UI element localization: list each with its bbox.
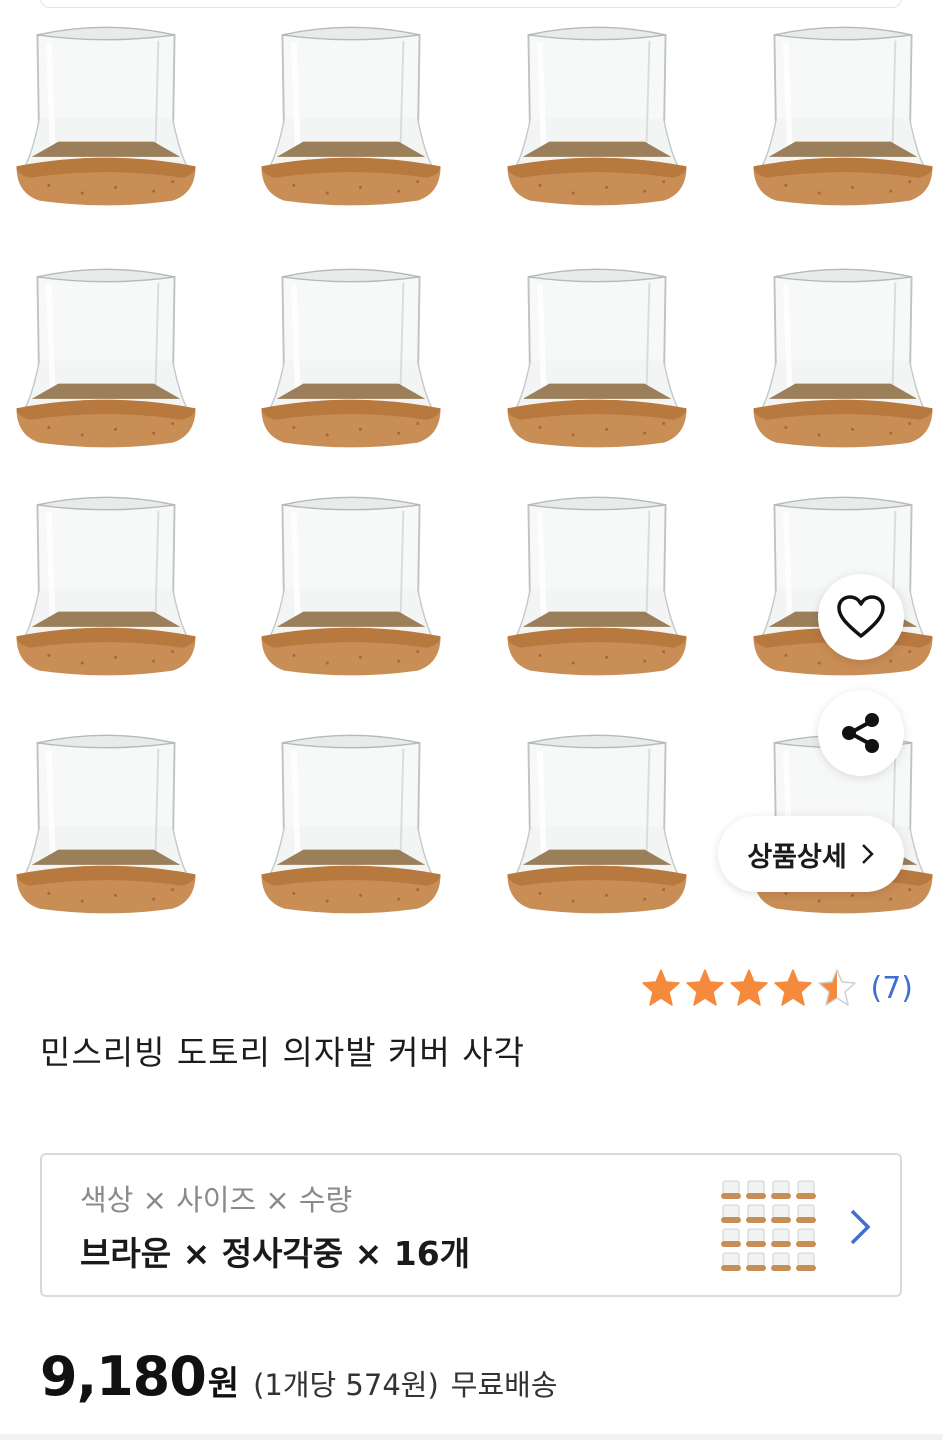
shipping-info: 무료배송	[450, 1368, 558, 1402]
option-selector[interactable]: 색상 × 사이즈 × 수량 브라운 × 정사각중 × 16개	[40, 1153, 902, 1297]
product-photo-item	[251, 484, 451, 684]
product-photo-item	[743, 14, 943, 214]
star-full-icon	[641, 969, 680, 1006]
rating[interactable]: (7)	[641, 966, 914, 1010]
product-photo-item	[497, 722, 697, 922]
share-button[interactable]	[818, 690, 904, 776]
chevron-right-icon	[850, 1209, 871, 1245]
unit-price: (1개당 574원)	[253, 1368, 439, 1402]
option-thumbnail	[721, 1180, 816, 1271]
product-detail-button[interactable]: 상품상세	[718, 816, 904, 892]
star-full-icon	[773, 969, 812, 1006]
price-amount: 9,180	[40, 1345, 207, 1408]
product-photo-item	[6, 14, 206, 214]
star-full-icon	[729, 969, 768, 1006]
product-photo-item	[497, 14, 697, 214]
star-full-icon	[685, 969, 724, 1006]
product-photo-item	[497, 256, 697, 456]
product-photo-item	[6, 722, 206, 922]
product-title: 민스리빙 도토리 의자발 커버 사각	[40, 1033, 525, 1072]
product-photo-item	[743, 256, 943, 456]
product-image[interactable]: 상품상세	[0, 0, 943, 940]
product-photo-item	[251, 14, 451, 214]
price-currency: 원	[207, 1364, 240, 1404]
option-value: 브라운 × 정사각중 × 16개	[80, 1234, 471, 1273]
product-photo-item	[251, 256, 451, 456]
product-photo-item	[6, 256, 206, 456]
star-half-icon	[817, 969, 856, 1006]
product-photo-grid	[0, 0, 943, 940]
review-count[interactable]: (7)	[871, 971, 914, 1006]
rating-stars	[641, 968, 857, 1008]
product-photo-item	[251, 722, 451, 922]
product-photo-item	[497, 484, 697, 684]
product-photo-item	[6, 484, 206, 684]
option-label: 색상 × 사이즈 × 수량	[80, 1183, 353, 1217]
heart-outline-icon	[837, 595, 885, 638]
divider	[0, 1434, 943, 1440]
wishlist-button[interactable]	[818, 574, 904, 660]
price-row: 9,180 원 (1개당 574원) 무료배송	[40, 1345, 558, 1408]
product-detail-label: 상품상세	[747, 841, 847, 873]
chevron-right-icon	[861, 844, 874, 864]
share-icon	[842, 713, 879, 753]
